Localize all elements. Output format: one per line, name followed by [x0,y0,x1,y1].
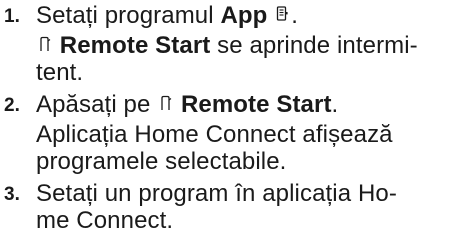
step-2: 2. Apăsați pe Remote Start. Aplicația Ho… [0,91,465,175]
remote-start-label: Remote Start [59,32,211,59]
step-text: Apăsați pe Remote Start. [36,91,339,118]
step-1: 1. Setați programul App . Remote Start s… [0,2,465,86]
step-number: 2. [4,95,21,116]
step-result: Remote Start se aprinde intermi-tent. [36,32,418,86]
app-program-icon [276,6,289,23]
remote-start-icon [159,95,172,112]
step-number: 1. [4,6,21,27]
remote-start-label: Remote Start [180,91,332,118]
instruction-steps: 1. Setați programul App . Remote Start s… [0,0,465,234]
step-text: Setați programul App . [36,2,298,29]
program-name: App [220,2,268,29]
step-text: Setați un program în aplicația Ho-me Con… [36,180,397,234]
remote-start-icon [38,36,51,53]
step-3: 3. Setați un program în aplicația Ho-me … [0,180,465,234]
step-result: Aplicația Home Connect afișează programel… [36,121,393,175]
step-number: 3. [4,184,21,205]
